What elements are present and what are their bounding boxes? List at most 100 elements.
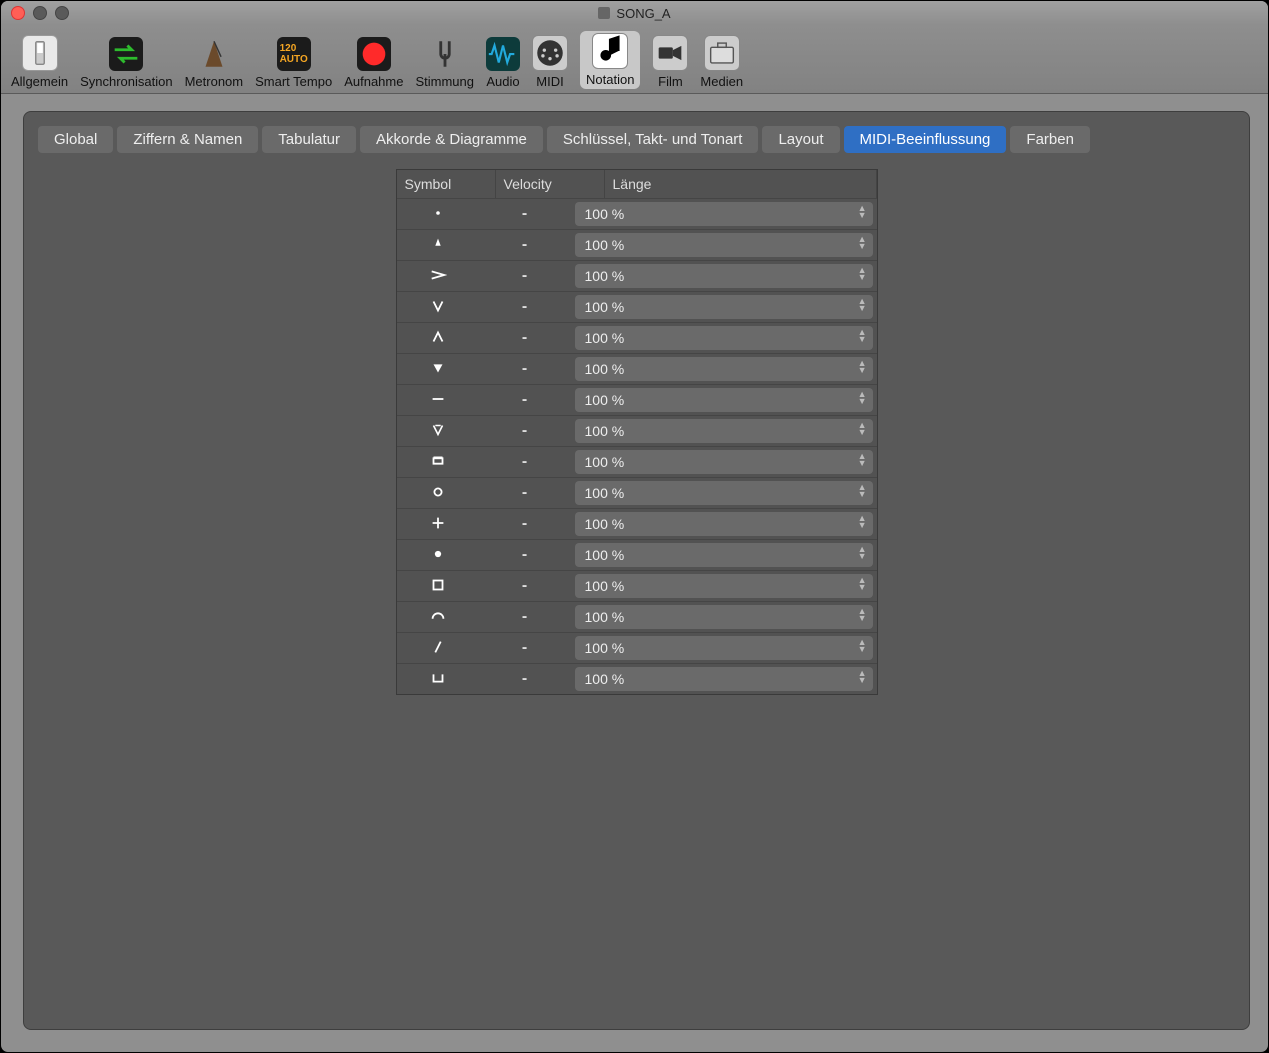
stepper-icon: ▲▼ [858,577,867,591]
toolbar-item-allgemein[interactable]: Allgemein [11,35,68,89]
symbol-cell [397,230,479,260]
velocity-cell[interactable]: - [479,509,571,539]
symbol-cell [397,478,479,508]
velocity-cell[interactable]: - [479,323,571,353]
velocity-cell[interactable]: - [479,664,571,694]
tab-layout[interactable]: Layout [762,126,839,153]
velocity-cell[interactable]: - [479,385,571,415]
toolbar-item-metronom[interactable]: Metronom [185,37,244,89]
stepper-icon: ▲▼ [858,236,867,250]
waveform-icon [486,37,520,71]
toolbar-item-midi[interactable]: MIDI [532,35,568,89]
toolbar-item-aufnahme[interactable]: Aufnahme [344,37,403,89]
table-row: -100 % ▲▼ [397,632,877,663]
toolbar-item-stimmung[interactable]: Stimmung [415,37,474,89]
length-select[interactable]: 100 %▲▼ [575,233,873,257]
symbol-cell [397,571,479,601]
smart-tempo-icon: 120AUTO [277,37,311,71]
length-select[interactable]: 100 %▲▼ [575,543,873,567]
stepper-icon: ▲▼ [858,453,867,467]
velocity-cell[interactable]: - [479,447,571,477]
pedal-bracket-icon [429,669,447,690]
tab-farben[interactable]: Farben [1010,126,1090,153]
velocity-cell[interactable]: - [479,540,571,570]
length-select[interactable]: 100 %▲▼ [575,202,873,226]
length-value: 100 % [585,299,625,315]
length-value: 100 % [585,268,625,284]
stepper-icon: ▲▼ [858,515,867,529]
close-window-button[interactable] [11,6,25,20]
length-value: 100 % [585,578,625,594]
table-row: -100 %▲▼ [397,508,877,539]
length-select[interactable]: 100 %▲▼ [575,326,873,350]
col-header-symbol: Symbol [397,170,496,198]
staccato-dot-icon [429,204,447,225]
length-select[interactable]: 100 %▲▼ [575,419,873,443]
table-row: -100 % ▲▼ [397,570,877,601]
length-value: 100 % [585,485,625,501]
filled-triangle-down-icon [429,359,447,380]
tenuto-icon [429,390,447,411]
length-select[interactable]: 100 %▲▼ [575,357,873,381]
titlebar: SONG_A [1,1,1268,25]
tab-ziffern[interactable]: Ziffern & Namen [117,126,258,153]
toolbar-item-notation[interactable]: Notation [580,31,640,89]
tab-tabulatur[interactable]: Tabulatur [262,126,356,153]
notation-pane: Global Ziffern & Namen Tabulatur Akkorde… [23,111,1250,1030]
col-header-length: Länge [605,170,877,198]
length-select[interactable]: 100 % ▲▼ [575,574,873,598]
velocity-cell[interactable]: - [479,416,571,446]
velocity-cell[interactable]: - [479,571,571,601]
tab-global[interactable]: Global [38,126,113,153]
preferences-window: SONG_A Allgemein Synchronisation Metrono… [0,0,1269,1053]
notation-icon [592,33,628,69]
length-value: 100 % [585,206,625,222]
zoom-window-button[interactable] [55,6,69,20]
toolbar-item-film[interactable]: Film [652,35,688,89]
velocity-cell[interactable]: - [479,633,571,663]
tab-schluessel[interactable]: Schlüssel, Takt- und Tonart [547,126,759,153]
stepper-icon: ▲▼ [858,639,867,653]
tab-midi-beeinflussung[interactable]: MIDI-Beeinflussung [844,126,1007,153]
minimize-window-button[interactable] [33,6,47,20]
document-proxy-icon [598,7,610,19]
velocity-cell[interactable]: - [479,230,571,260]
length-select[interactable]: 100 %▲▼ [575,481,873,505]
length-select[interactable]: 100 %▲▼ [575,667,873,691]
length-value: 100 % [585,330,625,346]
stepper-icon: ▲▼ [858,298,867,312]
plus-icon [429,514,447,535]
velocity-cell[interactable]: - [479,261,571,291]
symbol-cell [397,261,479,291]
light-switch-icon [22,35,58,71]
video-camera-icon [652,35,688,71]
velocity-cell[interactable]: - [479,199,571,229]
velocity-cell[interactable]: - [479,478,571,508]
table-row: -100 %▲▼ [397,322,877,353]
table-row: -100 %▲▼ [397,229,877,260]
length-select[interactable]: 100 % ▲▼ [575,264,873,288]
briefcase-icon [704,35,740,71]
stepper-icon: ▲▼ [858,267,867,281]
length-select[interactable]: 100 % ▲▼ [575,295,873,319]
velocity-cell[interactable]: - [479,354,571,384]
table-header: Symbol Velocity Länge [397,170,877,198]
length-select[interactable]: 100 %▲▼ [575,450,873,474]
midi-meaning-table: Symbol Velocity Länge -100 %▲▼-100 %▲▼-1… [396,169,878,695]
length-select[interactable]: 100 % ▲▼ [575,636,873,660]
toolbar-item-synchronisation[interactable]: Synchronisation [80,37,173,89]
toolbar-item-smart-tempo[interactable]: 120AUTO Smart Tempo [255,37,332,89]
tab-akkorde[interactable]: Akkorde & Diagramme [360,126,543,153]
toolbar-item-audio[interactable]: Audio [486,37,520,89]
length-select[interactable]: 100 %▲▼ [575,605,873,629]
symbol-cell [397,540,479,570]
toolbar-item-medien[interactable]: Medien [700,35,743,89]
length-select[interactable]: 100 %▲▼ [575,512,873,536]
length-value: 100 % [585,640,625,656]
notation-sub-tabs: Global Ziffern & Namen Tabulatur Akkorde… [38,126,1235,153]
symbol-cell [397,354,479,384]
velocity-cell[interactable]: - [479,602,571,632]
table-row: -100 %▲▼ [397,198,877,229]
velocity-cell[interactable]: - [479,292,571,322]
length-select[interactable]: 100 %▲▼ [575,388,873,412]
